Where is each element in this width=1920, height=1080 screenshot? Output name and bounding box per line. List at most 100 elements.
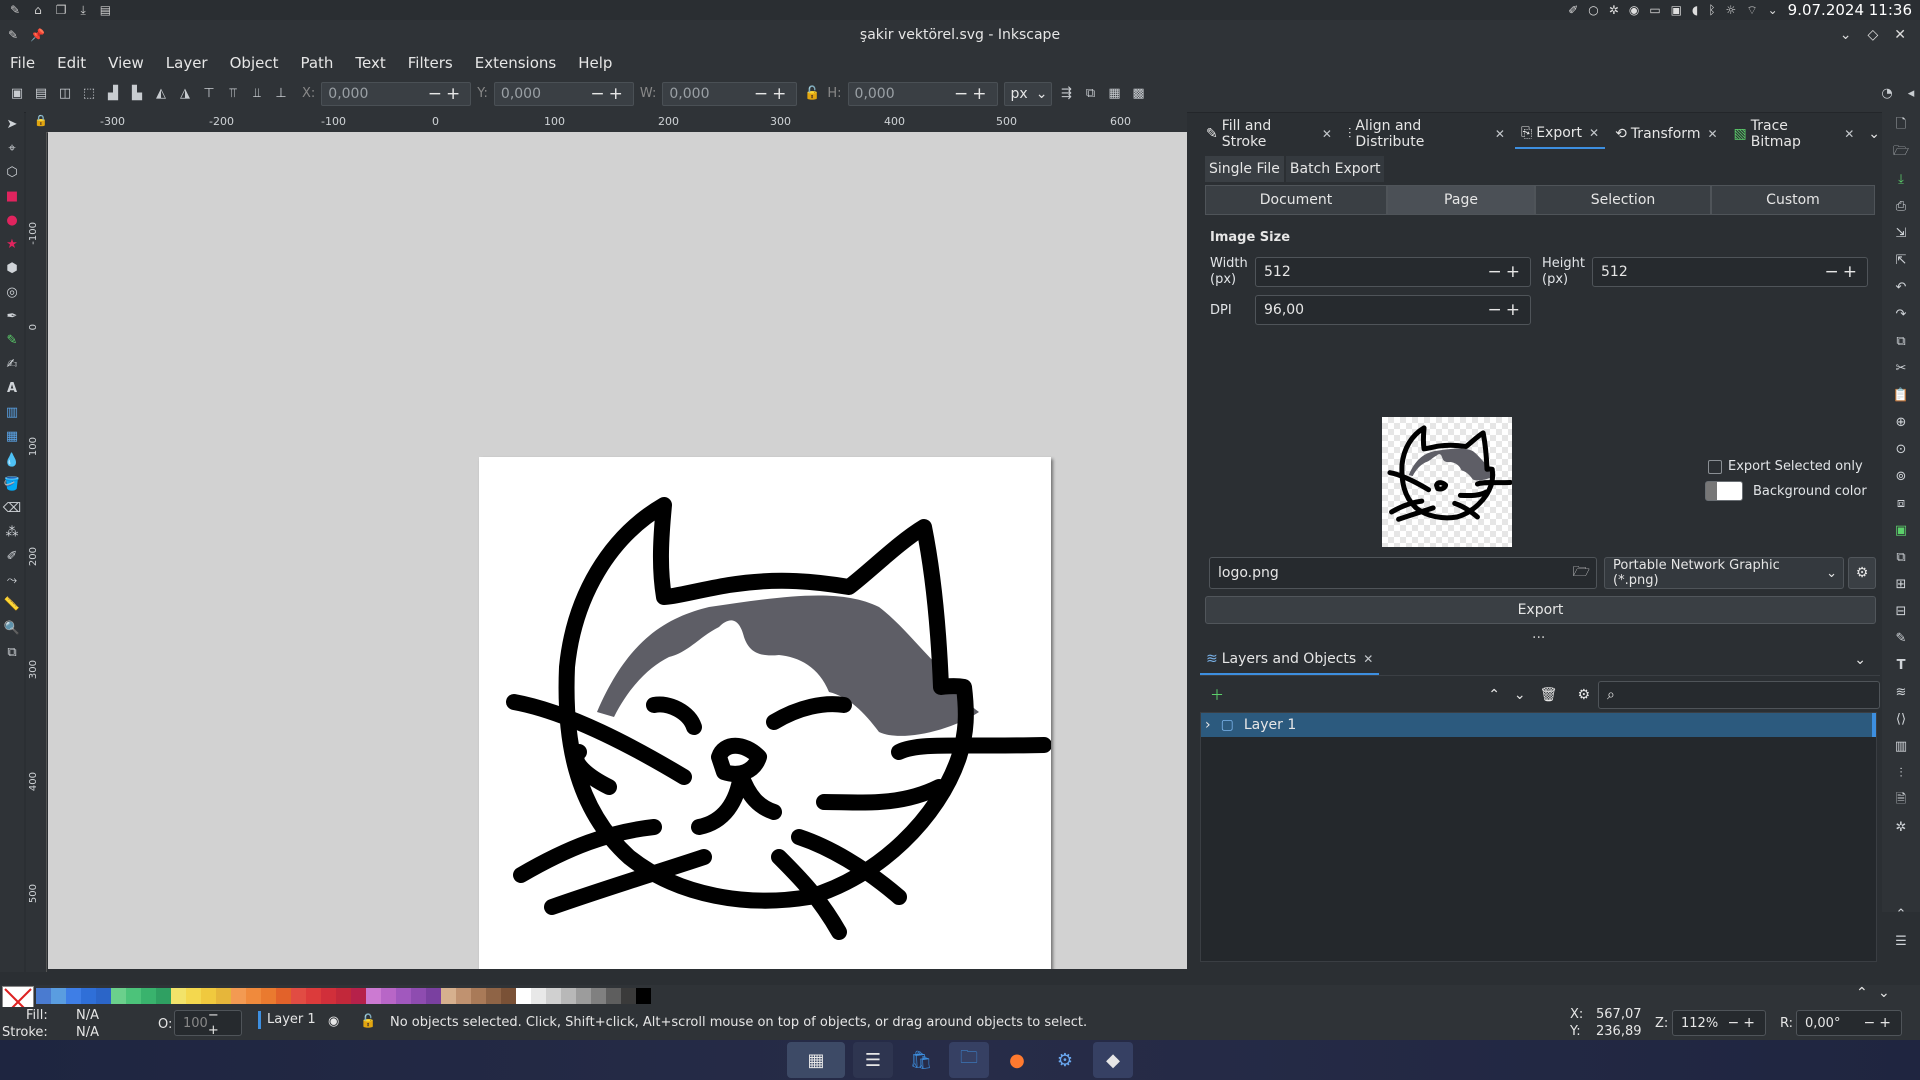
xml-editor-icon[interactable]: ⟨⟩ bbox=[1882, 706, 1920, 733]
flip-vertical-icon[interactable]: ◮ bbox=[176, 85, 194, 103]
layer-indicator[interactable]: Layer 1 bbox=[258, 1011, 316, 1029]
desktop-pager-icon[interactable]: ▦ bbox=[787, 1042, 845, 1078]
mesh-tool-icon[interactable]: ▦ bbox=[0, 424, 24, 448]
palette-swatch[interactable] bbox=[381, 988, 396, 1004]
display-tray-icon[interactable]: ▣ bbox=[1671, 3, 1682, 17]
lower-bottom-icon[interactable]: ⊥ bbox=[272, 85, 290, 103]
store-app-icon[interactable]: 🛍 bbox=[901, 1042, 941, 1078]
palette-swatch[interactable] bbox=[591, 988, 606, 1004]
menu-filters[interactable]: Filters bbox=[408, 54, 453, 72]
export-selected-checkbox[interactable] bbox=[1708, 459, 1722, 474]
tab-single-file[interactable]: Single File bbox=[1205, 156, 1284, 182]
snap-icon[interactable]: ◔ bbox=[1878, 85, 1896, 103]
palette-swatch[interactable] bbox=[306, 988, 321, 1004]
export-button[interactable]: Export bbox=[1205, 596, 1876, 624]
firefox-icon[interactable]: ● bbox=[997, 1042, 1037, 1078]
kde-connect-icon[interactable]: ⚙ bbox=[1045, 1042, 1085, 1078]
palette-swatch[interactable] bbox=[201, 988, 216, 1004]
menu-file[interactable]: File bbox=[10, 54, 35, 72]
pages-tool-icon[interactable]: ⧉ bbox=[0, 640, 24, 664]
palette-swatch[interactable] bbox=[216, 988, 231, 1004]
height-input[interactable]: 0,000 −+ bbox=[847, 81, 998, 106]
palette-swatch[interactable] bbox=[66, 988, 81, 1004]
palette-swatch[interactable] bbox=[81, 988, 96, 1004]
tab-export[interactable]: ⎘ Export ✕ bbox=[1514, 119, 1606, 149]
brightness-icon[interactable]: ☼ bbox=[1726, 3, 1737, 17]
export-doc-icon[interactable]: ⇱ bbox=[1882, 247, 1920, 274]
group-icon[interactable]: ⊞ bbox=[1882, 571, 1920, 598]
minimize-icon[interactable]: ⌄ bbox=[1840, 27, 1852, 43]
palette-swatch[interactable] bbox=[606, 988, 621, 1004]
area-page[interactable]: Page bbox=[1387, 185, 1535, 215]
transform-patterns-icon[interactable]: ▩ bbox=[1130, 85, 1148, 103]
maximize-icon[interactable]: ◇ bbox=[1867, 27, 1878, 43]
gradient-tool-icon[interactable]: ▥ bbox=[0, 400, 24, 424]
duplicate-icon[interactable]: ⧈ bbox=[1882, 490, 1920, 517]
palette-swatch[interactable] bbox=[501, 988, 516, 1004]
align-cmd-icon[interactable]: ⫶ bbox=[1882, 760, 1920, 787]
redo-icon[interactable]: ↷ bbox=[1882, 301, 1920, 328]
tab-fill-and-stroke[interactable]: ✎ Fill and Stroke ✕ bbox=[1200, 118, 1338, 150]
menu-layer[interactable]: Layer bbox=[166, 54, 208, 72]
color-picker-tray-icon[interactable]: ✐ bbox=[1568, 3, 1578, 17]
cut-icon[interactable]: ✂ bbox=[1882, 355, 1920, 382]
palette-swatch[interactable] bbox=[36, 988, 51, 1004]
volume-icon[interactable]: ◖ bbox=[1692, 3, 1698, 17]
zoom-page-icon[interactable]: ⊚ bbox=[1882, 463, 1920, 490]
palette-down-icon[interactable]: ⌄ bbox=[1878, 985, 1890, 1001]
background-color-swatch[interactable] bbox=[1705, 481, 1743, 501]
palette-swatch[interactable] bbox=[231, 988, 246, 1004]
text-font-icon[interactable]: T bbox=[1882, 652, 1920, 679]
fill-value[interactable]: N/A bbox=[76, 1008, 99, 1023]
spiral-tool-icon[interactable]: ◎ bbox=[0, 280, 24, 304]
fill-stroke-cmd-icon[interactable]: ✎ bbox=[1882, 625, 1920, 652]
menu-text[interactable]: Text bbox=[355, 54, 385, 72]
palette-swatch[interactable] bbox=[411, 988, 426, 1004]
close-icon[interactable]: ✕ bbox=[1894, 27, 1906, 43]
tab-batch-export[interactable]: Batch Export bbox=[1285, 156, 1385, 182]
paint-bucket-tool-icon[interactable]: 🪣 bbox=[0, 472, 24, 496]
tweak-tool-icon[interactable]: ⬡ bbox=[0, 160, 24, 184]
palette-swatch[interactable] bbox=[261, 988, 276, 1004]
close-tab-icon[interactable]: ✕ bbox=[1844, 127, 1854, 141]
star-tool-icon[interactable]: ★ bbox=[0, 232, 24, 256]
palette-swatch[interactable] bbox=[186, 988, 201, 1004]
tabs-overflow-icon[interactable]: ⌄ bbox=[1868, 126, 1880, 142]
palette-swatch[interactable] bbox=[291, 988, 306, 1004]
copy-icon[interactable]: ❐ bbox=[56, 3, 67, 17]
open-icon[interactable]: 🗁 bbox=[1882, 139, 1920, 166]
flip-horizontal-icon[interactable]: ◭ bbox=[152, 85, 170, 103]
palette-swatch[interactable] bbox=[471, 988, 486, 1004]
palette-swatch[interactable] bbox=[531, 988, 546, 1004]
scale-stroke-icon[interactable]: ⇶ bbox=[1058, 85, 1076, 103]
layers-search-input[interactable]: ⌕ bbox=[1598, 681, 1880, 709]
zoom-field[interactable]: 112% −+ bbox=[1672, 1010, 1766, 1036]
move-down-icon[interactable]: ⌄ bbox=[1514, 687, 1526, 703]
select-all-layers-icon[interactable]: ▤ bbox=[32, 85, 50, 103]
zoom-drawing-icon[interactable]: ⊙ bbox=[1882, 436, 1920, 463]
layers-settings-icon[interactable]: ⚙ bbox=[1577, 687, 1590, 703]
tab-align-and-distribute[interactable]: ⫶ Align and Distribute ✕ bbox=[1342, 118, 1511, 150]
palette-swatch[interactable] bbox=[321, 988, 336, 1004]
palette-swatch[interactable] bbox=[141, 988, 156, 1004]
pen-tool-icon[interactable]: ✒ bbox=[0, 304, 24, 328]
document-page[interactable] bbox=[479, 457, 1052, 969]
document-properties-icon[interactable]: 🗎 bbox=[1882, 787, 1920, 814]
swatches-icon[interactable]: ▥ bbox=[1882, 733, 1920, 760]
tab-transform[interactable]: ⟲ Transform ✕ bbox=[1609, 120, 1723, 148]
rectangle-tool-icon[interactable]: ■ bbox=[0, 184, 24, 208]
scroll-up-icon[interactable]: ⌃ bbox=[1882, 901, 1920, 928]
close-tab-icon[interactable]: ✕ bbox=[1363, 652, 1373, 666]
palette-up-icon[interactable]: ⌃ bbox=[1856, 985, 1868, 1001]
palette-swatch[interactable] bbox=[486, 988, 501, 1004]
rotation-field[interactable]: 0,00° −+ bbox=[1796, 1010, 1902, 1036]
inkscape-app-icon[interactable]: ◆ bbox=[1093, 1042, 1133, 1078]
expand-tray-icon[interactable]: ⌄ bbox=[1768, 3, 1778, 17]
palette-swatch[interactable] bbox=[156, 988, 171, 1004]
palette-swatch[interactable] bbox=[636, 988, 651, 1004]
stroke-value[interactable]: N/A bbox=[76, 1025, 99, 1040]
bluetooth-icon[interactable]: ᛒ bbox=[1708, 3, 1715, 17]
lock-guides-icon[interactable]: 🔒 bbox=[34, 114, 48, 127]
settings-tray-icon[interactable]: ✲ bbox=[1609, 3, 1619, 17]
selector-tool-icon[interactable]: ➤ bbox=[0, 112, 24, 136]
